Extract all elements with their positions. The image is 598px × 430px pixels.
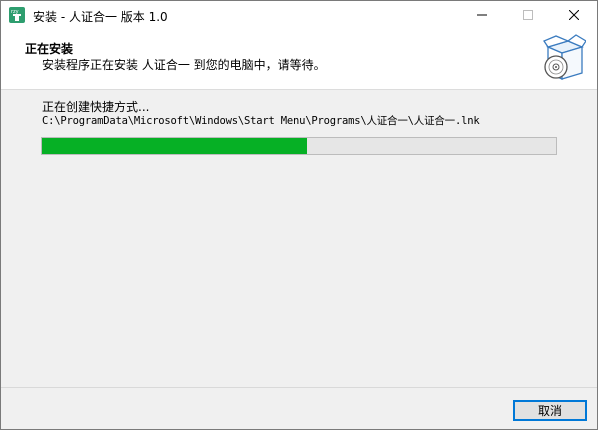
title-bar[interactable]: rzy 安装 - 人证合一 版本 1.0 [1,1,597,31]
footer-divider [1,387,597,388]
box-with-disc-icon [542,33,587,83]
page-header: 正在安装 安装程序正在安装 人证合一 到您的电脑中，请等待。 [1,31,597,90]
installer-window: rzy 安装 - 人证合一 版本 1.0 正在安装 安装程序正在安装 人证合一 … [0,0,598,430]
page-title: 正在安装 [25,42,74,56]
maximize-button[interactable] [505,1,551,31]
minimize-button[interactable] [459,1,505,31]
current-file-path: C:\ProgramData\Microsoft\Windows\Start M… [42,115,480,127]
installer-app-icon: rzy [9,7,25,23]
maximize-icon [523,9,533,23]
close-button[interactable] [551,1,597,31]
minimize-icon [477,9,487,23]
close-icon [568,9,580,23]
page-subtitle: 安装程序正在安装 人证合一 到您的电脑中，请等待。 [42,58,326,72]
window-title: 安装 - 人证合一 版本 1.0 [33,10,168,24]
progress-bar-fill [42,138,307,154]
cancel-button[interactable]: 取消 [513,400,587,421]
progress-bar [41,137,557,155]
